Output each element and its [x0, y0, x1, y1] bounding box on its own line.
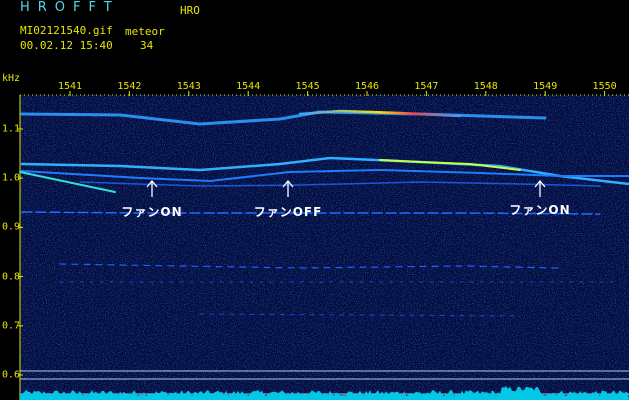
arrow-up-icon [282, 180, 294, 197]
x-tick-label: 1543 [176, 81, 201, 92]
x-tick-label: 1549 [533, 81, 558, 92]
arrow-up-icon [534, 180, 546, 197]
x-tick-label: 1545 [295, 81, 320, 92]
y-tick-label: 0.9 [2, 221, 21, 233]
y-tick-label: 1.0 [2, 172, 21, 184]
x-tick-label: 1544 [236, 81, 261, 92]
y-tick-label: 0.7 [2, 320, 21, 332]
x-tick-label: 1541 [57, 81, 83, 92]
x-tick-label: 1546 [354, 81, 380, 92]
annotation-fan-on-1: ファンON [121, 205, 183, 219]
x-tick-label: 1548 [473, 81, 498, 92]
annotation-fan-on-2: ファンON [509, 203, 571, 217]
annotation-fan-off: ファンOFF [253, 205, 323, 219]
y-tick-label: 1.1 [2, 123, 21, 135]
x-tick-label: 1542 [117, 81, 142, 92]
x-tick-label: 1547 [414, 81, 439, 92]
arrow-up-icon [146, 180, 158, 197]
y-tick-label: 0.8 [2, 271, 21, 283]
spectrogram [18, 91, 629, 400]
noise-texture [20, 95, 629, 400]
y-tick-label: 0.6 [2, 369, 21, 381]
x-tick-label: 1550 [592, 81, 617, 92]
